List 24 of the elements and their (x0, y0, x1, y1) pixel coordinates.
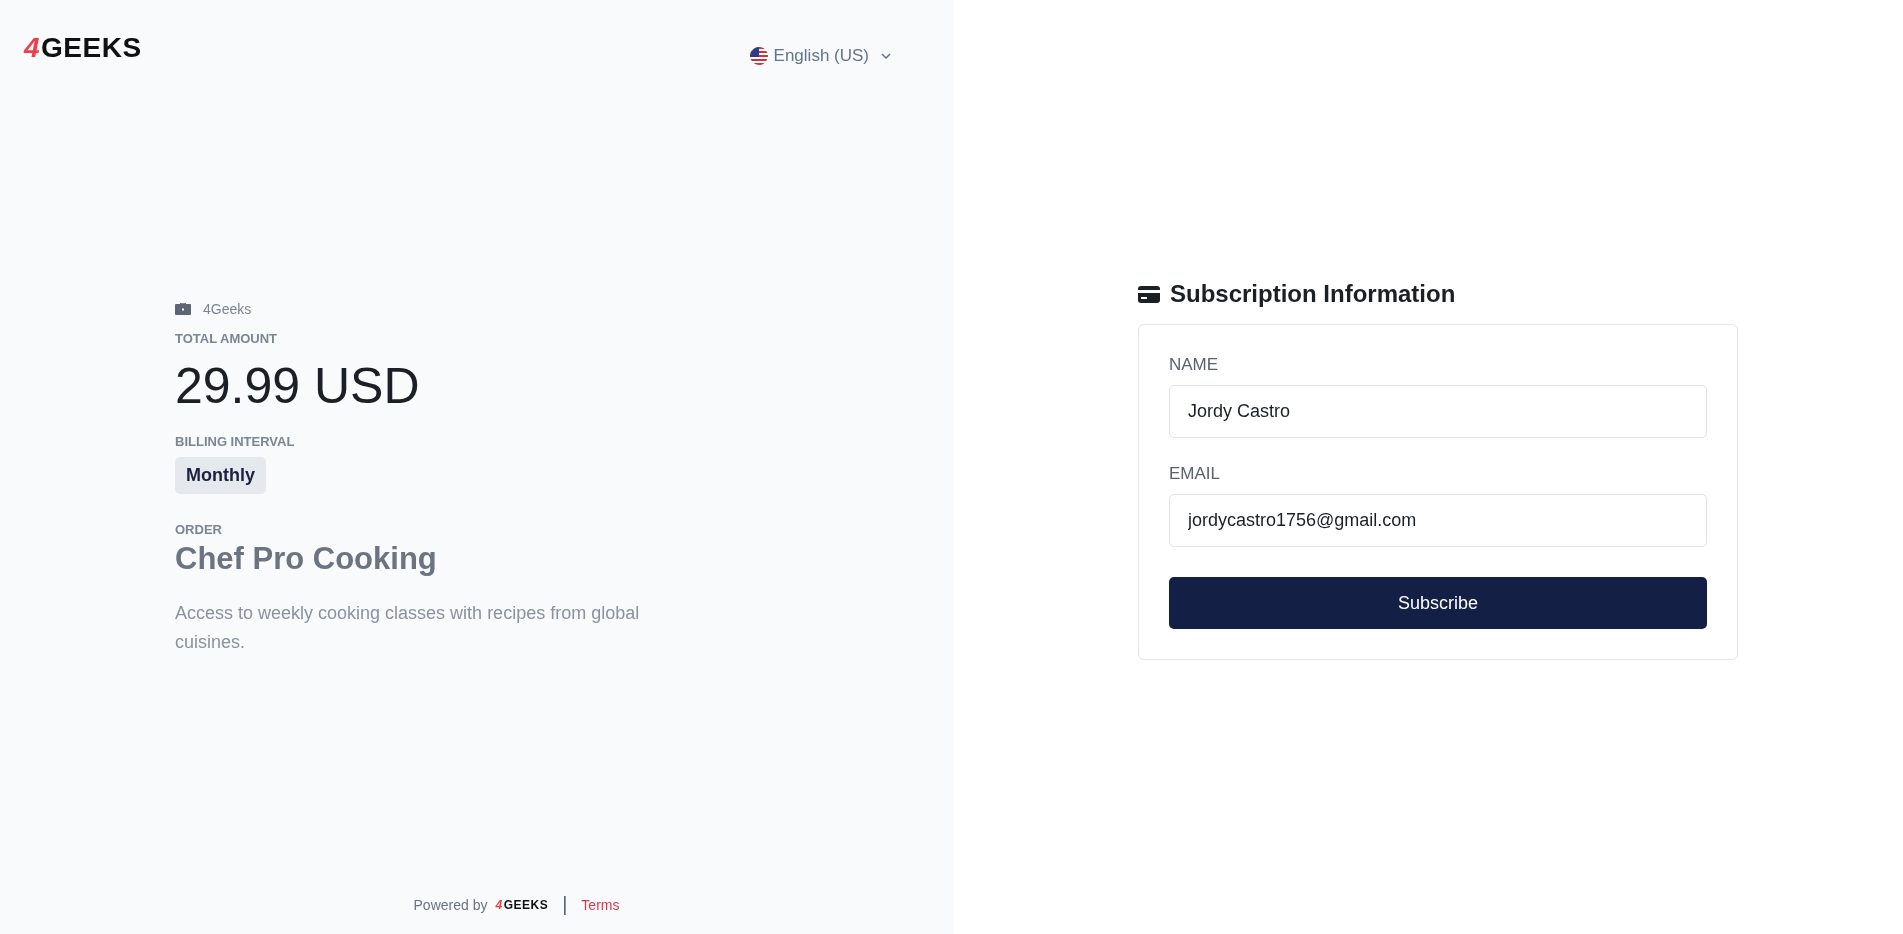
billing-interval-label: BILLING INTERVAL (175, 434, 296, 449)
form-title: Subscription Information (1170, 280, 1456, 308)
footer-logo: 4GEEKS (495, 898, 549, 911)
field-label: NAME (1169, 355, 1220, 375)
provider-name: 4Geeks (203, 301, 252, 317)
chevron-down-icon (881, 53, 891, 59)
billing-interval-badge: Monthly (175, 457, 266, 494)
input-field[interactable]: jordycastro1756@gmail.com (1169, 494, 1707, 547)
order-description: Access to weekly cooking classes with recipes from global cuisines. (175, 602, 641, 654)
subscribe-button[interactable]: Subscribe (1169, 577, 1707, 629)
flag-icon (749, 47, 768, 65)
powered-by-text: Powered by (413, 896, 488, 913)
total-amount: 29.99 USD (175, 357, 421, 416)
order-label: ORDER (175, 522, 223, 537)
terms-link[interactable]: Terms (581, 896, 620, 913)
logo: 4GEEKS (24, 34, 142, 62)
input-field[interactable]: Jordy Castro (1169, 385, 1707, 438)
credit-card-icon (1138, 285, 1160, 303)
order-title: Chef Pro Cooking (175, 541, 438, 577)
total-amount-label: TOTAL AMOUNT (175, 331, 279, 346)
separator: | (562, 893, 568, 916)
field-label: EMAIL (1169, 464, 1222, 484)
language-selector[interactable]: English (US) (749, 46, 891, 66)
briefcase-icon (175, 302, 191, 316)
